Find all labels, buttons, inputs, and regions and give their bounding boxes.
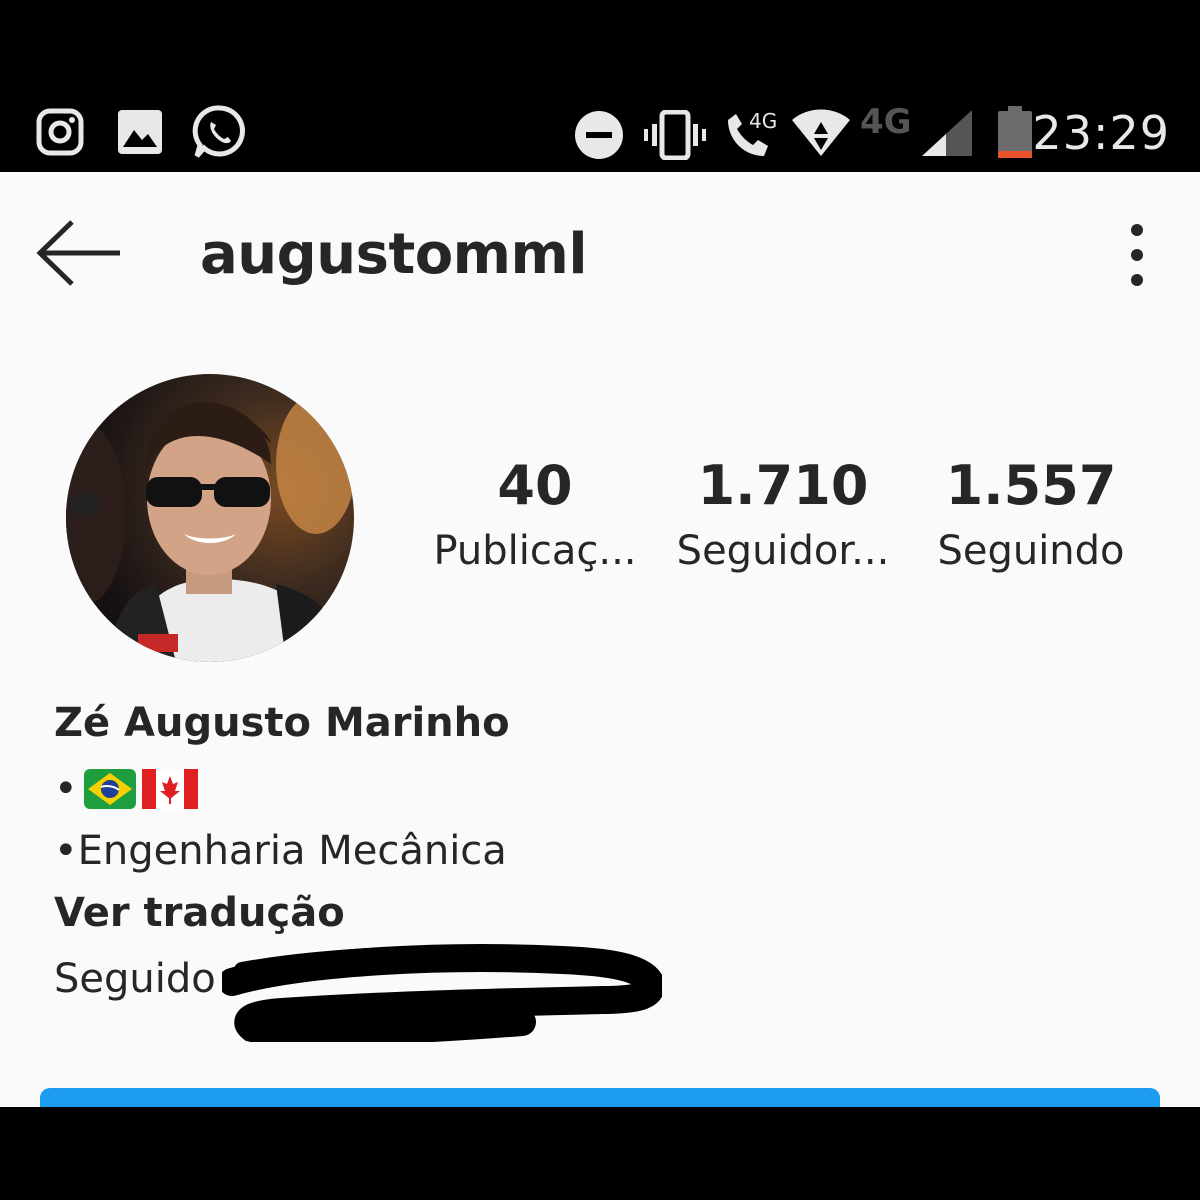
status-bar: 4G 4G 23:29	[0, 0, 1200, 172]
stat-value: 1.710	[697, 454, 869, 517]
brazil-flag-icon	[83, 769, 136, 809]
wifi-icon	[792, 109, 850, 156]
network-type-label: 4G	[860, 102, 912, 142]
follow-button[interactable]	[40, 1088, 1160, 1107]
bio-flags-line: •	[54, 766, 198, 812]
stat-value: 40	[497, 454, 573, 517]
translate-link[interactable]: Ver tradução	[54, 890, 345, 936]
profile-name: Zé Augusto Marinho	[54, 700, 510, 746]
canada-flag-icon	[141, 769, 198, 809]
redaction-scribble	[222, 944, 662, 1042]
bio-course: •Engenharia Mecânica	[54, 828, 507, 874]
stat-following[interactable]: 1.557 Seguindo	[920, 456, 1142, 578]
gallery-icon	[118, 110, 162, 154]
more-options-icon[interactable]	[1112, 222, 1162, 288]
stat-value: 1.557	[945, 454, 1117, 517]
bottom-bar	[0, 1107, 1200, 1200]
volte-call-icon: 4G	[728, 109, 777, 156]
vibrate-icon	[644, 110, 706, 160]
battery-icon	[998, 106, 1032, 158]
bullet: •	[54, 766, 78, 812]
do-not-disturb-icon	[575, 111, 623, 159]
avatar[interactable]	[66, 374, 354, 662]
stat-label: Seguindo	[937, 528, 1125, 574]
followed-by-text[interactable]: Seguido	[54, 956, 216, 1002]
profile-screen: augustomml 40 Publicaç... 1.710 Seguidor…	[0, 172, 1200, 1107]
instagram-icon	[36, 108, 84, 156]
stat-posts[interactable]: 40 Publicaç...	[420, 456, 650, 578]
page-title: augustomml	[200, 222, 588, 287]
signal-icon	[922, 110, 972, 156]
svg-text:4G: 4G	[749, 109, 777, 133]
whatsapp-icon	[192, 105, 245, 158]
back-arrow-icon[interactable]	[36, 218, 124, 288]
stat-followers[interactable]: 1.710 Seguidor...	[668, 456, 898, 578]
clock: 23:29	[1032, 106, 1170, 160]
stat-label: Seguidor...	[676, 528, 890, 574]
stat-label: Publicaç...	[433, 528, 637, 574]
